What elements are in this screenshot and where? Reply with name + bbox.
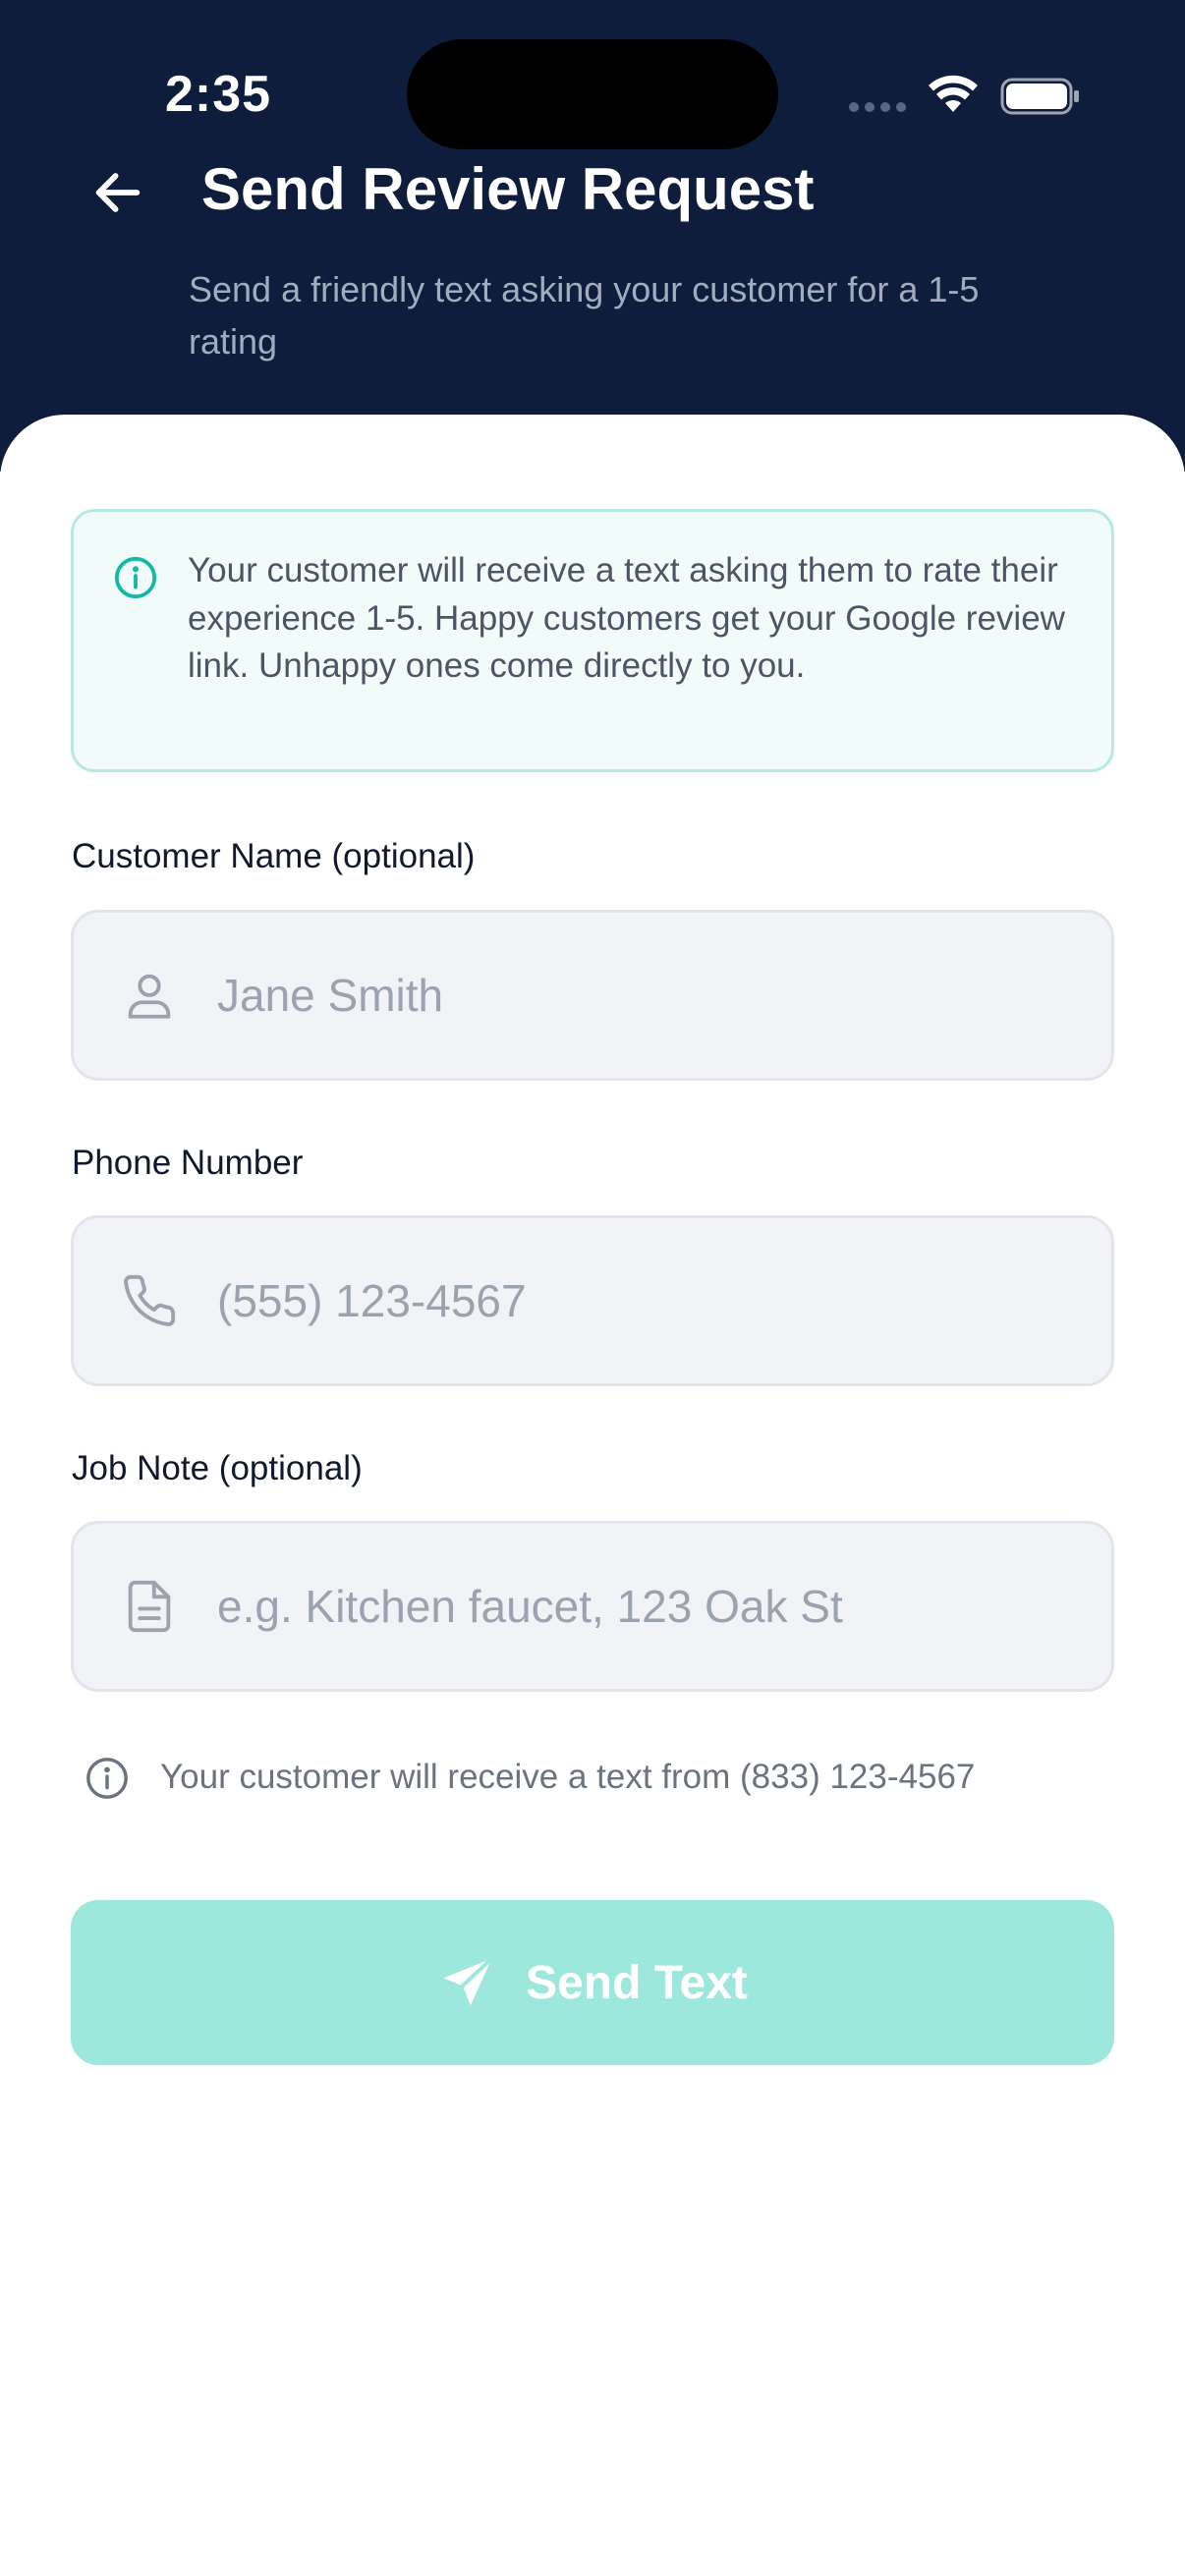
battery-icon bbox=[1000, 78, 1079, 115]
page-subtitle: Send a friendly text asking your custome… bbox=[189, 269, 980, 362]
job-note-input[interactable] bbox=[217, 1524, 1082, 1689]
send-icon bbox=[443, 1956, 494, 2006]
phone-number-field[interactable] bbox=[71, 1215, 1114, 1386]
page-title: Send Review Request bbox=[201, 156, 815, 222]
customer-name-field[interactable] bbox=[71, 910, 1114, 1081]
user-icon bbox=[128, 974, 171, 1019]
job-note-field[interactable] bbox=[71, 1521, 1114, 1692]
customer-name-label: Customer Name (optional) bbox=[72, 837, 476, 875]
header: 2:35 Send Review Request Send a friendly… bbox=[0, 0, 1185, 472]
job-note-label: Job Note (optional) bbox=[72, 1449, 363, 1487]
back-button[interactable] bbox=[83, 153, 153, 232]
send-text-label: Send Text bbox=[526, 1956, 748, 2009]
status-bar-time: 2:35 bbox=[165, 66, 272, 123]
send-review-request-screen: 2:35 Send Review Request Send a friendly… bbox=[0, 0, 1185, 2576]
cellular-signal-icon bbox=[849, 102, 908, 116]
phone-icon bbox=[124, 1274, 176, 1326]
info-box-text: Your customer will receive a text asking… bbox=[188, 551, 1065, 685]
customer-name-input[interactable] bbox=[217, 913, 1082, 1078]
document-icon bbox=[128, 1580, 171, 1633]
info-icon bbox=[86, 1758, 128, 1799]
info-icon bbox=[114, 556, 157, 599]
wifi-icon bbox=[929, 75, 978, 112]
dynamic-island bbox=[407, 39, 778, 149]
phone-number-input[interactable] bbox=[217, 1218, 1082, 1383]
send-text-button[interactable]: Send Text bbox=[71, 1900, 1114, 2065]
arrow-left-icon bbox=[95, 173, 141, 212]
form-card: Your customer will receive a text asking… bbox=[0, 415, 1185, 2576]
info-box: Your customer will receive a text asking… bbox=[71, 509, 1114, 772]
sender-number-text: Your customer will receive a text from (… bbox=[160, 1758, 976, 1796]
phone-number-label: Phone Number bbox=[72, 1144, 304, 1182]
sender-number-note: Your customer will receive a text from (… bbox=[85, 1751, 1126, 1804]
